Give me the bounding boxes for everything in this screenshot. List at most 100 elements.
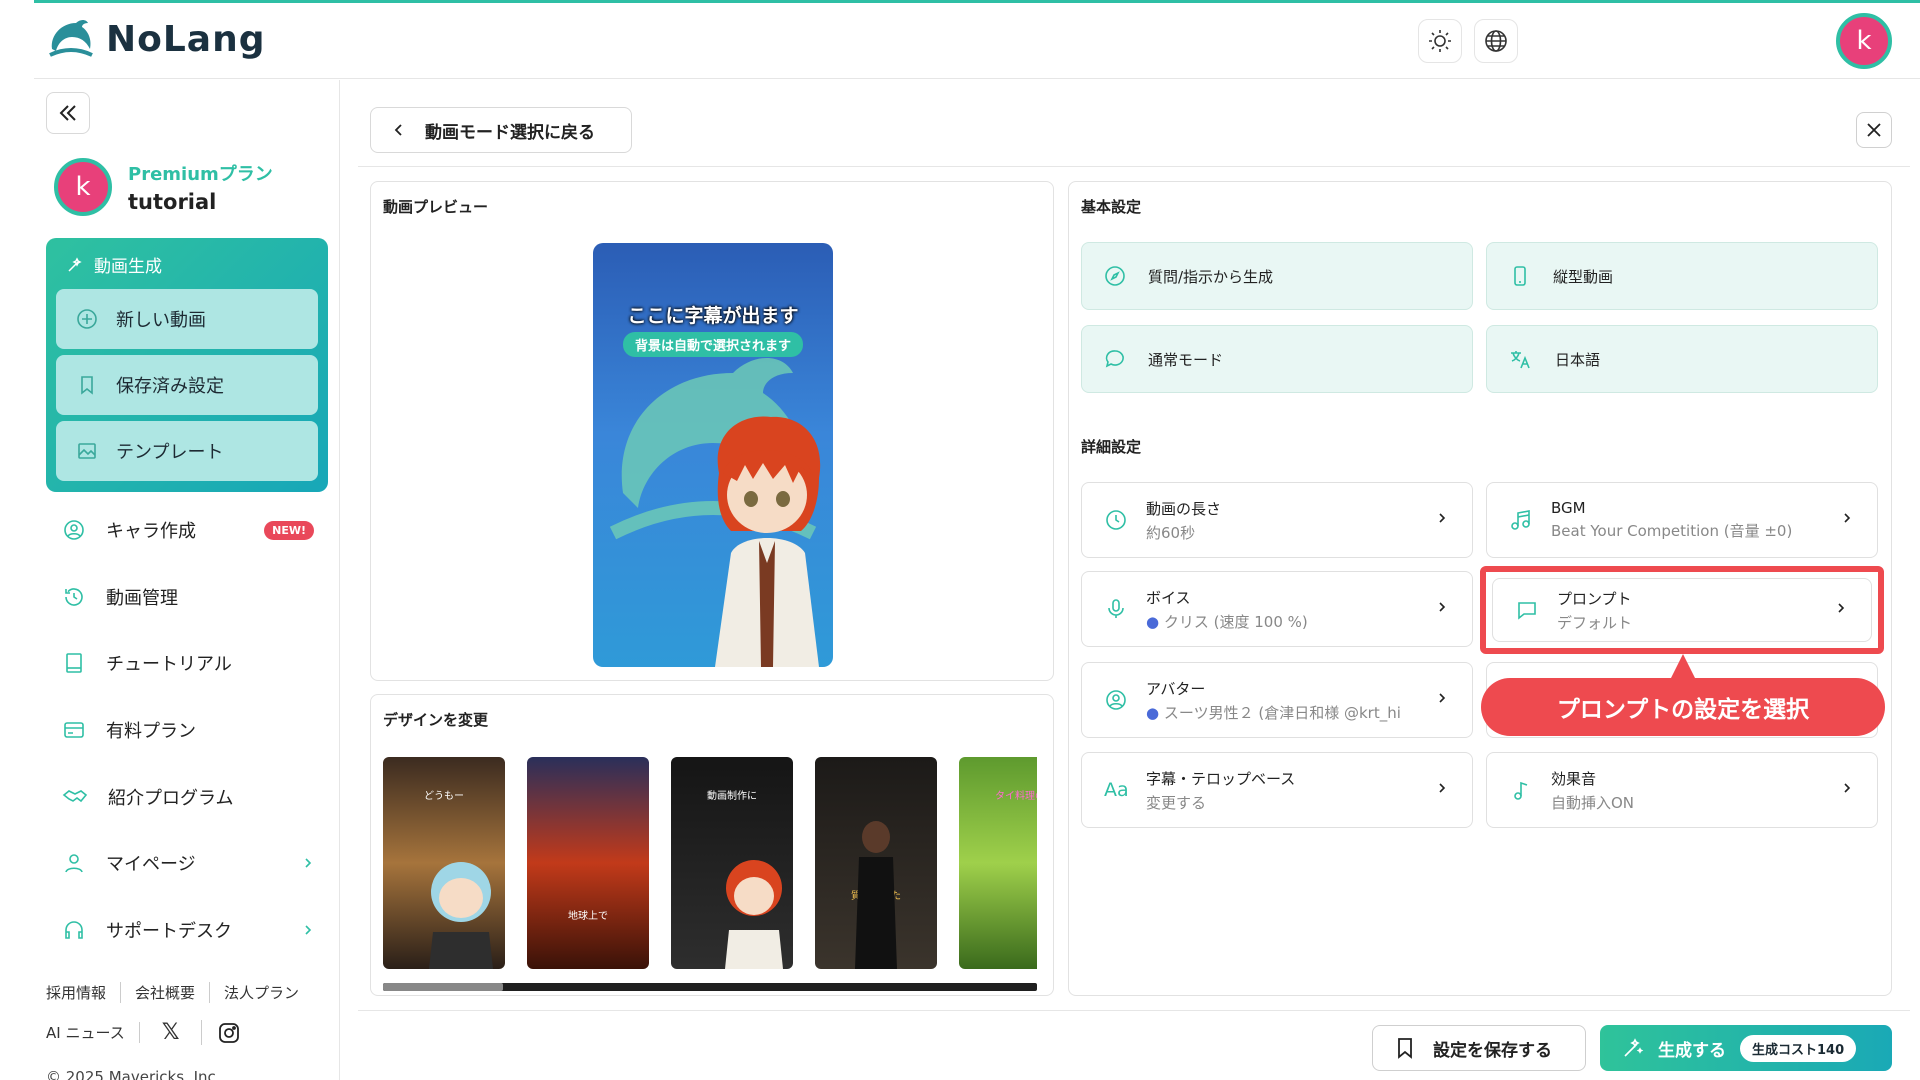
sidebar-item-character[interactable]: キャラ作成 NEW! — [62, 510, 328, 550]
thumb-caption: タイ料理の — [995, 791, 1037, 802]
link-recruit[interactable]: 採用情報 — [46, 982, 120, 1003]
sun-icon — [1429, 30, 1451, 52]
gen-section-title: 動画生成 — [56, 248, 318, 283]
sidebar-item-mypage[interactable]: マイページ — [62, 843, 328, 883]
app-name: NoLang — [106, 18, 266, 60]
thumb-caption: 地球上で — [568, 911, 608, 922]
chevron-left-icon — [394, 124, 402, 136]
preview-subtitle: ここに字幕が出ます 背景は自動で選択されます — [623, 301, 803, 357]
translate-icon — [1511, 351, 1530, 369]
detail-sound-effects[interactable]: 効果音 自動挿入ON — [1486, 752, 1878, 828]
avatar-person-icon: ● — [1146, 703, 1160, 722]
chevron-right-icon — [1439, 693, 1446, 703]
link-ai-news[interactable]: AI ニュース — [46, 1022, 140, 1043]
option-normal-mode[interactable]: 通常モード — [1081, 325, 1473, 393]
generation-cost-badge: 生成コスト140 — [1740, 1034, 1857, 1062]
design-thumb-ramen[interactable]: どうもー — [383, 757, 505, 969]
generate-button[interactable]: 生成する 生成コスト140 — [1600, 1025, 1892, 1071]
design-thumb-questions[interactable]: 質問きてた — [815, 757, 937, 969]
character-icon — [64, 520, 84, 540]
chibi-character-image — [429, 862, 493, 969]
detail-voice[interactable]: ボイス ● クリス (速度 100 %) — [1081, 571, 1473, 647]
bookmark-icon — [1398, 1038, 1412, 1059]
design-thumb-volcano[interactable]: 地球上で — [527, 757, 649, 969]
new-video-label: 新しい動画 — [116, 310, 206, 331]
card-icon — [64, 722, 84, 738]
link-company[interactable]: 会社概要 — [120, 982, 209, 1003]
copyright: © 2025 Mavericks, Inc. — [46, 1068, 221, 1080]
design-scrollbar[interactable] — [383, 983, 1037, 991]
scrollbar-thumb[interactable] — [383, 983, 503, 991]
option-generate-from-question[interactable]: 質問/指示から生成 — [1081, 242, 1473, 310]
user-profile[interactable]: k Premiumプラン tutorial — [54, 158, 273, 216]
standing-character-image — [855, 821, 897, 969]
preview-panel: 動画プレビュー ここに字幕が出ます 背景は自動で選択されます — [370, 181, 1054, 681]
chevron-right-icon — [1439, 602, 1446, 612]
smartphone-icon — [1514, 266, 1526, 286]
option-language[interactable]: 日本語 — [1486, 325, 1878, 393]
sidebar-item-referral[interactable]: 紹介プログラム — [62, 777, 328, 817]
design-thumb-thai-food[interactable]: タイ料理の — [959, 757, 1037, 969]
back-to-mode-select-button[interactable]: 動画モード選択に戻る — [370, 107, 632, 153]
clock-icon — [1106, 510, 1126, 530]
headset-icon — [65, 921, 83, 939]
save-settings-button[interactable]: 設定を保存する — [1372, 1025, 1586, 1071]
template-button[interactable]: テンプレート — [56, 421, 318, 481]
footer-social: AI ニュース 𝕏 — [46, 1020, 240, 1045]
divider — [358, 1010, 1910, 1011]
chat-bubble-icon — [1105, 350, 1124, 368]
language-button[interactable] — [1474, 19, 1518, 63]
chevron-right-icon — [1844, 783, 1851, 793]
prompt-highlight-frame — [1480, 566, 1884, 654]
history-icon — [65, 588, 83, 606]
callout-pointer — [1671, 654, 1695, 678]
collapse-sidebar-button[interactable] — [46, 92, 90, 134]
header-avatar[interactable]: k — [1836, 13, 1892, 69]
chevron-right-icon — [1844, 513, 1851, 523]
microphone-icon — [1108, 599, 1124, 618]
detail-avatar[interactable]: アバター ● スーツ男性２ (倉津日和様 @krt_hi — [1081, 662, 1473, 738]
x-icon[interactable]: 𝕏 — [140, 1020, 203, 1045]
design-thumb-video-production[interactable]: 動画制作に — [671, 757, 793, 969]
chevron-right-icon — [305, 858, 312, 868]
link-business-plan[interactable]: 法人プラン — [209, 982, 313, 1003]
option-vertical-video[interactable]: 縦型動画 — [1486, 242, 1878, 310]
close-button[interactable] — [1856, 112, 1892, 148]
footer-links: 採用情報 会社概要 法人プラン — [46, 982, 313, 1003]
preview-title: 動画プレビュー — [383, 198, 489, 216]
avatar-character-image — [715, 416, 821, 667]
saved-settings-label: 保存済み設定 — [116, 376, 224, 397]
sidebar-item-support[interactable]: サポートデスク — [62, 910, 328, 950]
chevron-right-icon — [1439, 783, 1446, 793]
design-title: デザインを変更 — [383, 711, 489, 729]
logo[interactable]: NoLang — [46, 15, 266, 63]
user-name: tutorial — [128, 190, 217, 214]
detail-settings-title: 詳細設定 — [1081, 438, 1142, 456]
detail-bgm[interactable]: BGM Beat Your Competition (音量 ±0) — [1486, 482, 1878, 558]
preview-subtitle-main: ここに字幕が出ます — [627, 305, 799, 327]
bookmark-icon — [81, 376, 93, 395]
user-avatar: k — [54, 158, 112, 216]
design-panel: デザインを変更 どうもー 地球上で 動画制作に 質問きてた タイ料理の — [370, 694, 1054, 996]
image-icon — [78, 443, 96, 459]
music-note-single-icon — [1514, 781, 1528, 800]
user-icon — [65, 854, 83, 873]
plan-label: Premiumプラン — [128, 164, 273, 185]
detail-video-length[interactable]: 動画の長さ 約60秒 — [1081, 482, 1473, 558]
sidebar-item-paid-plan[interactable]: 有料プラン — [62, 710, 328, 750]
magic-wand-icon — [68, 256, 82, 272]
magic-wand-icon — [1624, 1038, 1644, 1057]
sidebar-item-tutorial[interactable]: チュートリアル — [62, 643, 328, 683]
sidebar-item-video-management[interactable]: 動画管理 — [62, 577, 328, 617]
globe-icon — [1485, 30, 1507, 52]
header: NoLang k — [34, 3, 1920, 79]
voice-person-icon: ● — [1146, 612, 1160, 631]
saved-settings-button[interactable]: 保存済み設定 — [56, 355, 318, 415]
new-video-button[interactable]: 新しい動画 — [56, 289, 318, 349]
instagram-icon[interactable] — [218, 1022, 240, 1044]
chevron-right-icon — [1439, 513, 1446, 523]
theme-toggle-button[interactable] — [1418, 19, 1462, 63]
chevron-right-icon — [305, 925, 312, 935]
book-icon — [66, 653, 82, 673]
detail-subtitle-base[interactable]: Aa 字幕・テロップベース 変更する — [1081, 752, 1473, 828]
